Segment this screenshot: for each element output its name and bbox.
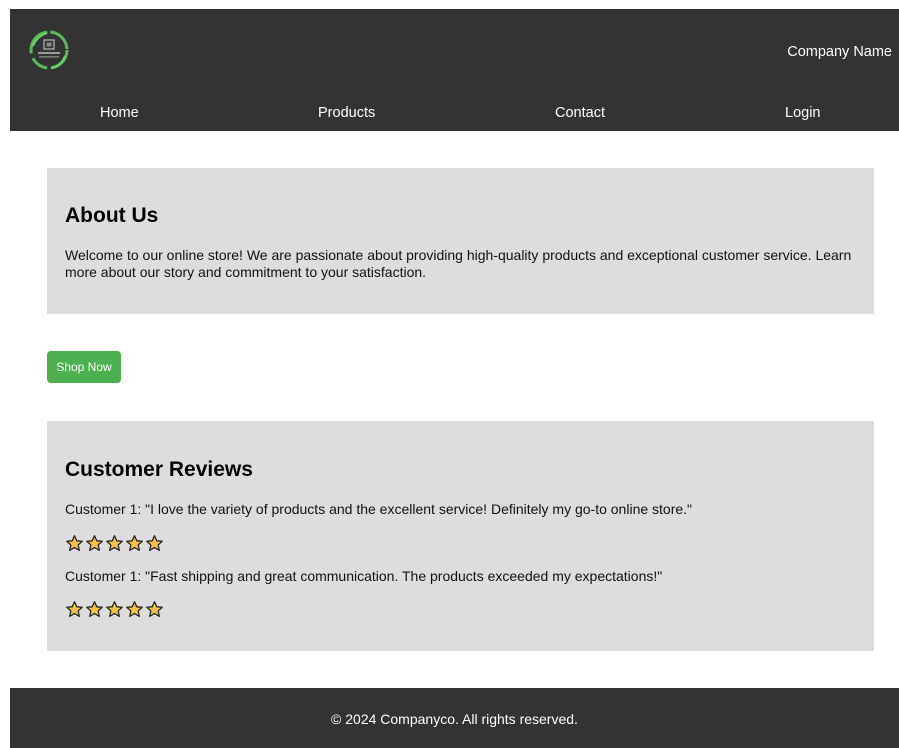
star-icon (146, 601, 163, 618)
reviews-heading: Customer Reviews (65, 458, 253, 481)
star-icon (66, 601, 83, 618)
about-heading: About Us (65, 204, 159, 227)
site-header: Company Name Home Products Contact Login (10, 9, 899, 131)
site-footer: © 2024 Companyco. All rights reserved. (10, 688, 899, 748)
footer-copyright: © 2024 Companyco. All rights reserved. (331, 711, 578, 727)
review-text: Customer 1: "I love the variety of produ… (65, 501, 693, 517)
star-icon (86, 601, 103, 618)
review-text: Customer 1: "Fast shipping and great com… (65, 568, 663, 584)
star-icon (126, 535, 143, 552)
nav-item-home[interactable]: Home (100, 101, 139, 125)
nav-item-login[interactable]: Login (785, 101, 820, 125)
shop-now-button[interactable]: Shop Now (47, 351, 121, 383)
star-rating (65, 534, 164, 554)
star-icon (86, 535, 103, 552)
star-icon (106, 601, 123, 618)
reviews-section: Customer Reviews Customer 1: "I love the… (47, 421, 874, 651)
company-name: Company Name (787, 44, 892, 60)
about-section: About Us Welcome to our online store! We… (47, 168, 874, 314)
leaf-ring-logo-icon[interactable] (27, 28, 71, 72)
page: Company Name Home Products Contact Login… (0, 0, 899, 748)
star-rating (65, 600, 164, 620)
star-icon (126, 601, 143, 618)
main-nav: Home Products Contact Login (10, 101, 899, 125)
star-icon (66, 535, 83, 552)
star-icon (146, 535, 163, 552)
nav-item-contact[interactable]: Contact (555, 101, 605, 125)
star-icon (106, 535, 123, 552)
about-text: Welcome to our online store! We are pass… (65, 247, 852, 280)
nav-item-products[interactable]: Products (318, 101, 375, 125)
